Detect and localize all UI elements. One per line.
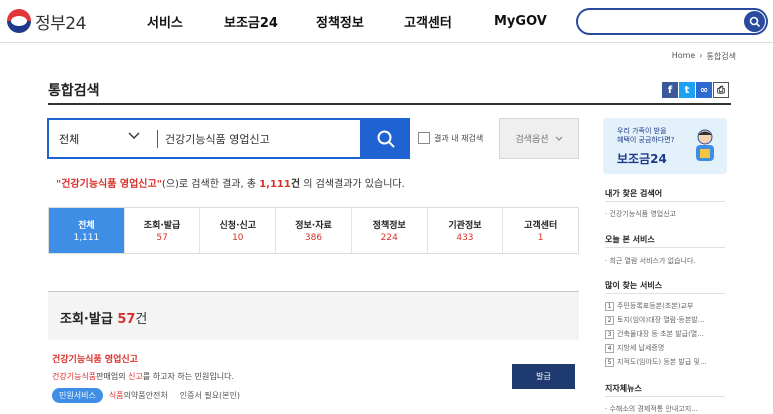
main-search-box: 전체 건강기능식품 영업신고 (47, 118, 362, 159)
summary-total: 1,111 (259, 179, 291, 190)
print-icon[interactable]: ⎙ (713, 82, 729, 98)
sidebar-divider (605, 396, 725, 397)
twitter-icon[interactable]: t (679, 82, 695, 98)
news-title: 지자체뉴스 (605, 384, 642, 393)
tab-policy-info[interactable]: 정책정보 224 (350, 208, 427, 253)
nav-policy-info[interactable]: 정책정보 (316, 0, 364, 43)
service-type-badge: 민원서비스 (52, 388, 103, 403)
share-icons: f t ∞ ⎙ (662, 82, 729, 98)
rank-badge: 5 (605, 357, 614, 367)
result-description: 건강기능식품판매업의 신고를 하고자 하는 민원입니다. (52, 372, 235, 381)
header-search-input[interactable] (588, 13, 738, 30)
header-search-button[interactable] (744, 11, 765, 32)
header-search-box (576, 8, 768, 35)
tab-all[interactable]: 전체 1,111 (49, 208, 124, 253)
recent-item: · 최근 열람 서비스가 없습니다. (605, 257, 696, 265)
breadcrumb-home[interactable]: Home (672, 51, 696, 62)
my-search-title: 내가 찾은 검색어 (605, 189, 663, 198)
subsidy24-banner[interactable]: 우리 가족이 받을 혜택이 궁금하다면? 보조금24 (603, 118, 727, 174)
tab-inquiry-issue[interactable]: 조회·발급 57 (123, 208, 200, 253)
rank-badge: 3 (605, 329, 614, 339)
search-icon (377, 130, 395, 148)
re-search-checkbox[interactable] (418, 132, 430, 144)
popular-item[interactable]: 4 지방세 납세증명 (605, 343, 725, 353)
popular-item[interactable]: 1 주민등록표등본(초본)교부 (605, 301, 725, 311)
nav-mygov[interactable]: MyGOV (494, 0, 547, 43)
sidebar-divider (605, 293, 725, 294)
taegeuk-logo-icon (7, 9, 31, 33)
recent-title: 오늘 본 서비스 (605, 235, 655, 244)
popular-title: 많이 찾는 서비스 (605, 281, 663, 290)
result-org: 식품의약품안전처 (108, 391, 168, 400)
breadcrumb: Home › 통합검색 (672, 51, 736, 62)
news-item[interactable]: · 수해소의 경제적통 안내고지... (605, 404, 725, 414)
page-title: 통합검색 (48, 83, 100, 99)
section-count: 57 (117, 312, 136, 327)
logo[interactable]: 정부24 (7, 9, 86, 34)
banner-text: 우리 가족이 받을 혜택이 궁금하다면? (617, 127, 675, 144)
result-summary: "건강기능식품 영업신고"(으)로 검색한 결과, 총 1,111건 의 검색결… (56, 179, 405, 190)
facebook-icon[interactable]: f (662, 82, 678, 98)
issue-button[interactable]: 발급 (512, 364, 575, 389)
tab-info-data[interactable]: 정보·자료 386 (275, 208, 351, 253)
nav-subsidy24[interactable]: 보조금24 (224, 0, 278, 43)
top-header: 정부24 서비스 보조금24 정책정보 고객센터 MyGOV (0, 0, 773, 43)
popular-item[interactable]: 2 토지(임야)대장 열람·등본발... (605, 315, 725, 325)
rank-badge: 1 (605, 301, 614, 311)
section-title: 조회·발급 57건 (60, 312, 148, 327)
nav-customer-center[interactable]: 고객센터 (404, 0, 452, 43)
chevron-right-icon: › (699, 51, 703, 60)
result-meta: 민원서비스 식품의약품안전처 인증서 필요(본인) (52, 388, 240, 403)
popular-item[interactable]: 3 건축물대장 등·초본 발급(열... (605, 329, 725, 339)
summary-query: 건강기능식품 영업신고 (61, 179, 157, 190)
chevron-down-icon (555, 136, 562, 141)
rank-badge: 2 (605, 315, 614, 325)
banner-title: 보조금24 (617, 152, 667, 166)
search-input[interactable]: 건강기능식품 영업신고 (165, 131, 355, 147)
search-button[interactable] (362, 118, 410, 159)
re-search-label: 결과 내 재검색 (434, 133, 484, 143)
title-divider (48, 103, 731, 105)
my-search-item[interactable]: · 건강기능식품 영업신고 (605, 209, 725, 219)
search-scope-select[interactable]: 전체 (59, 131, 79, 147)
tab-application-report[interactable]: 신청·신고 10 (199, 208, 275, 253)
tab-agency-info[interactable]: 기관정보 433 (426, 208, 503, 253)
sidebar-divider (605, 201, 725, 202)
person-illustration-icon (696, 129, 714, 161)
re-search-toggle[interactable]: 결과 내 재검색 (418, 132, 483, 144)
chevron-down-icon[interactable] (128, 131, 140, 141)
popular-item[interactable]: 5 지적도(임야도) 등본 발급 및... (605, 357, 725, 367)
category-tabs: 전체 1,111 조회·발급 57 신청·신고 10 정보·자료 386 정책정… (48, 207, 579, 254)
search-options-button[interactable]: 검색옵션 (499, 118, 579, 159)
breadcrumb-current: 통합검색 (706, 52, 736, 61)
sidebar-divider (605, 247, 725, 248)
result-cert: 인증서 필요(본인) (179, 391, 241, 400)
section-header: 조회·발급 57건 (48, 291, 579, 340)
search-divider (157, 130, 158, 148)
search-icon (749, 16, 760, 27)
search-options-label: 검색옵션 (515, 135, 549, 145)
link-icon[interactable]: ∞ (696, 82, 712, 98)
nav-services[interactable]: 서비스 (147, 0, 183, 43)
logo-text: 정부24 (35, 13, 86, 34)
tab-customer-center[interactable]: 고객센터 1 (502, 208, 578, 253)
rank-badge: 4 (605, 343, 614, 353)
result-title-link[interactable]: 건강기능식품 영업신고 (52, 352, 138, 365)
